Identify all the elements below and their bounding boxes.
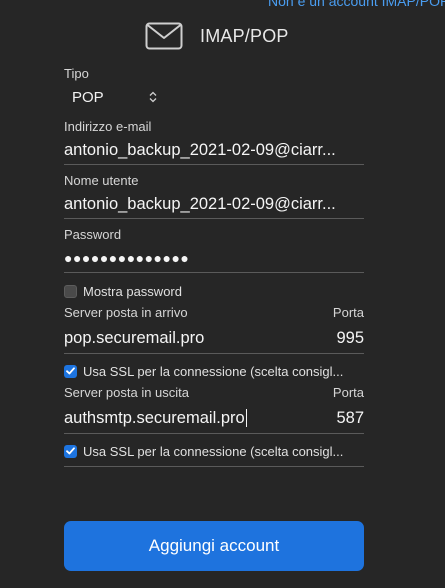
incoming-ssl-checkbox[interactable] (64, 364, 77, 378)
outgoing-server-label: Server posta in uscita (64, 385, 190, 400)
password-label: Password (64, 227, 122, 242)
account-type-select[interactable]: POP (64, 86, 158, 108)
outgoing-ssl-label: Usa SSL per la connessione (scelta consi… (83, 443, 344, 459)
up-down-chevron-icon (148, 91, 158, 103)
outgoing-ssl-checkbox[interactable] (64, 444, 77, 458)
outgoing-server-row: authsmtp.securemail.pro 587 (64, 403, 364, 434)
password-value: ●●●●●●●●●●●●●● (64, 250, 190, 266)
incoming-server-row: pop.securemail.pro 995 (64, 323, 364, 354)
username-label: Nome utente (64, 173, 139, 188)
outgoing-server-field[interactable]: authsmtp.securemail.pro (64, 409, 328, 428)
incoming-port-label: Porta (332, 305, 364, 320)
show-password-checkbox-row[interactable]: Mostra password (64, 282, 364, 300)
add-account-button[interactable]: Aggiungi account (64, 521, 364, 571)
checkmark-icon (66, 447, 75, 455)
incoming-server-field[interactable]: pop.securemail.pro (64, 329, 328, 348)
show-password-label: Mostra password (83, 283, 182, 299)
text-caret (245, 409, 247, 428)
outgoing-server-value: authsmtp.securemail.pro (64, 408, 245, 427)
account-form: Tipo POP Indirizzo e-mail antonio_backup… (64, 66, 364, 467)
page-title: IMAP/POP (200, 25, 289, 46)
incoming-ssl-label: Usa SSL per la connessione (scelta consi… (83, 363, 344, 379)
incoming-port-field[interactable]: 995 (328, 329, 364, 348)
not-imap-pop-link[interactable]: Non è un account IMAP/POP? (268, 0, 445, 9)
outgoing-port-label: Porta (332, 385, 364, 400)
outgoing-port-field[interactable]: 587 (328, 409, 364, 428)
incoming-ssl-checkbox-row[interactable]: Usa SSL per la connessione (scelta consi… (64, 362, 364, 380)
incoming-server-label: Server posta in arrivo (64, 305, 188, 320)
checkmark-icon (66, 367, 75, 375)
account-type-value: POP (72, 88, 104, 106)
password-field[interactable]: ●●●●●●●●●●●●●● (64, 244, 364, 273)
show-password-checkbox[interactable] (64, 284, 77, 298)
username-field[interactable]: antonio_backup_2021-02-09@ciarr... (64, 190, 364, 219)
username-value: antonio_backup_2021-02-09@ciarr... (64, 194, 336, 213)
type-label: Tipo (64, 66, 89, 81)
header: IMAP/POP (145, 20, 289, 52)
email-label: Indirizzo e-mail (64, 119, 152, 134)
divider (64, 466, 364, 467)
account-setup-window: Non è un account IMAP/POP? IMAP/POP Tipo… (0, 0, 445, 588)
envelope-icon (145, 22, 183, 50)
outgoing-ssl-checkbox-row[interactable]: Usa SSL per la connessione (scelta consi… (64, 442, 364, 460)
email-value: antonio_backup_2021-02-09@ciarr... (64, 140, 336, 159)
email-field[interactable]: antonio_backup_2021-02-09@ciarr... (64, 136, 364, 165)
